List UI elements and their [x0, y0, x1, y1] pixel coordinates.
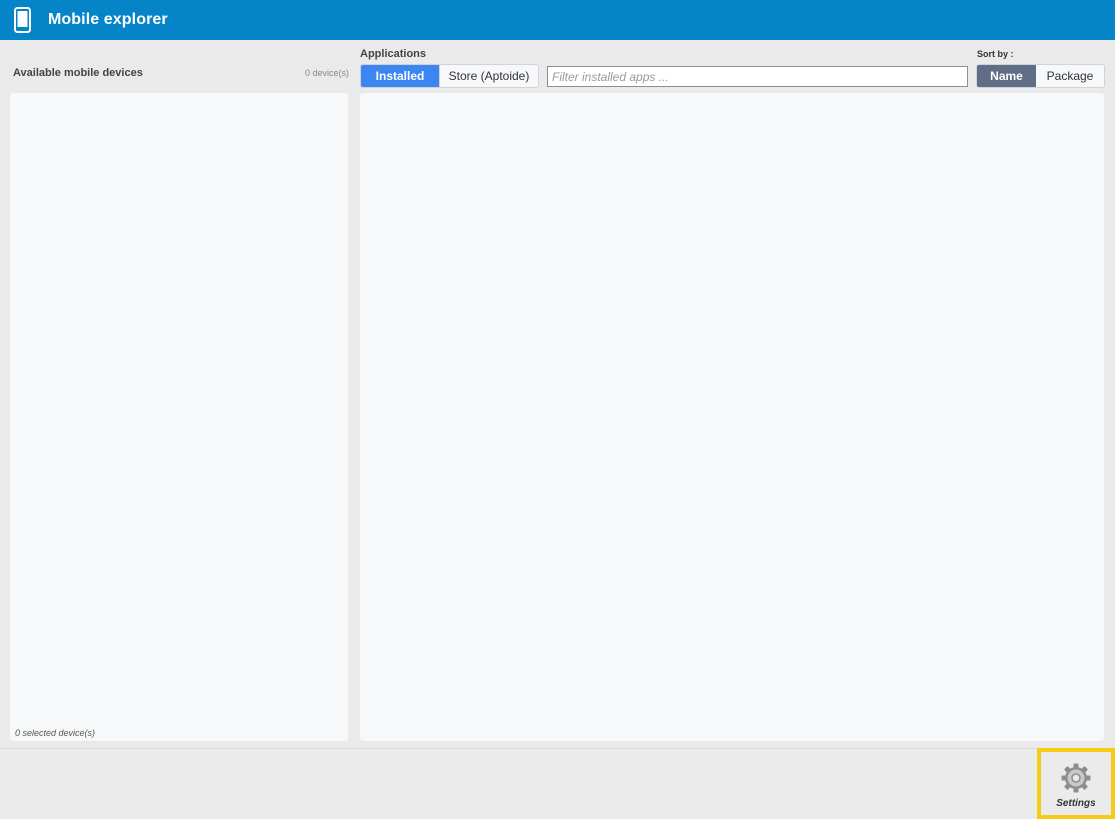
tab-installed[interactable]: Installed	[361, 65, 439, 87]
device-list[interactable]: 0 selected device(s)	[10, 93, 348, 741]
selected-device-count: 0 selected device(s)	[15, 728, 96, 738]
sort-by-package-button[interactable]: Package	[1036, 65, 1104, 87]
device-count: 0 device(s)	[304, 68, 349, 78]
sort-by-name-button[interactable]: Name	[977, 65, 1036, 87]
tab-store-aptoide[interactable]: Store (Aptoide)	[439, 65, 538, 87]
devices-heading: Available mobile devices	[13, 67, 143, 79]
application-list[interactable]	[360, 93, 1104, 741]
title-bar: Mobile explorer	[0, 0, 1115, 40]
footer-bar	[0, 748, 1115, 819]
sort-by-label: Sort by :	[977, 49, 1014, 59]
filter-apps-input[interactable]	[547, 66, 968, 87]
settings-label: Settings	[1056, 798, 1096, 809]
app-title: Mobile explorer	[48, 11, 168, 28]
settings-button[interactable]: Settings	[1037, 748, 1115, 819]
applications-heading: Applications	[360, 48, 427, 60]
sort-toggle: Name Package	[976, 64, 1105, 88]
app-source-tabs: Installed Store (Aptoide)	[360, 64, 539, 88]
gear-icon	[1061, 763, 1091, 793]
phone-icon	[14, 7, 31, 33]
